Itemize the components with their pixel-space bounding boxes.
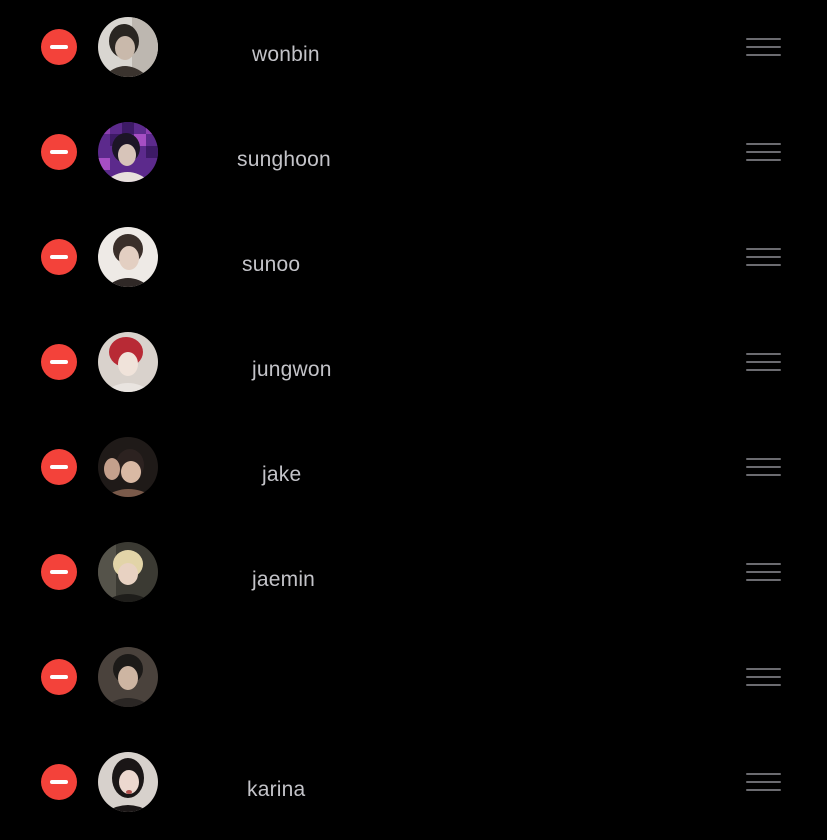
profile-photo-icon: [98, 122, 158, 182]
avatar[interactable]: [98, 122, 158, 182]
remove-button[interactable]: [41, 134, 77, 170]
list-item: jake: [0, 420, 827, 525]
user-name: wonbin: [252, 43, 320, 66]
drag-handle-icon[interactable]: [746, 773, 781, 791]
minus-icon: [50, 675, 68, 679]
list-item: jungwon: [0, 315, 827, 420]
remove-button[interactable]: [41, 239, 77, 275]
minus-icon: [50, 45, 68, 49]
drag-handle-icon[interactable]: [746, 668, 781, 686]
list-item: karina: [0, 735, 827, 840]
minus-icon: [50, 255, 68, 259]
remove-button[interactable]: [41, 344, 77, 380]
avatar[interactable]: [98, 332, 158, 392]
drag-handle-icon[interactable]: [746, 38, 781, 56]
user-name: karina: [247, 778, 306, 801]
drag-handle-icon[interactable]: [746, 353, 781, 371]
editable-user-list: wonbin sunghoon sunoo jungwon jake jaemi…: [0, 0, 827, 836]
list-item: sunghoon: [0, 105, 827, 210]
drag-handle-icon[interactable]: [746, 458, 781, 476]
avatar[interactable]: [98, 647, 158, 707]
drag-handle-icon[interactable]: [746, 248, 781, 266]
avatar[interactable]: [98, 542, 158, 602]
avatar[interactable]: [98, 437, 158, 497]
remove-button[interactable]: [41, 449, 77, 485]
list-item: [0, 630, 827, 735]
avatar[interactable]: [98, 227, 158, 287]
list-item: wonbin: [0, 0, 827, 105]
user-name: sunoo: [242, 253, 301, 276]
profile-photo-icon: [98, 332, 158, 392]
profile-photo-icon: [98, 542, 158, 602]
user-name: sunghoon: [237, 148, 331, 171]
drag-handle-icon[interactable]: [746, 143, 781, 161]
profile-photo-icon: [98, 647, 158, 707]
avatar[interactable]: [98, 752, 158, 812]
minus-icon: [50, 465, 68, 469]
avatar[interactable]: [98, 17, 158, 77]
remove-button[interactable]: [41, 659, 77, 695]
remove-button[interactable]: [41, 29, 77, 65]
list-item: jaemin: [0, 525, 827, 630]
list-item: sunoo: [0, 210, 827, 315]
user-name: jake: [262, 463, 302, 486]
minus-icon: [50, 150, 68, 154]
profile-photo-icon: [98, 227, 158, 287]
profile-photo-icon: [98, 437, 158, 497]
profile-photo-icon: [98, 17, 158, 77]
minus-icon: [50, 780, 68, 784]
profile-photo-icon: [98, 752, 158, 812]
remove-button[interactable]: [41, 764, 77, 800]
user-name: jaemin: [252, 568, 316, 591]
remove-button[interactable]: [41, 554, 77, 590]
drag-handle-icon[interactable]: [746, 563, 781, 581]
minus-icon: [50, 570, 68, 574]
minus-icon: [50, 360, 68, 364]
user-name: jungwon: [252, 358, 332, 381]
